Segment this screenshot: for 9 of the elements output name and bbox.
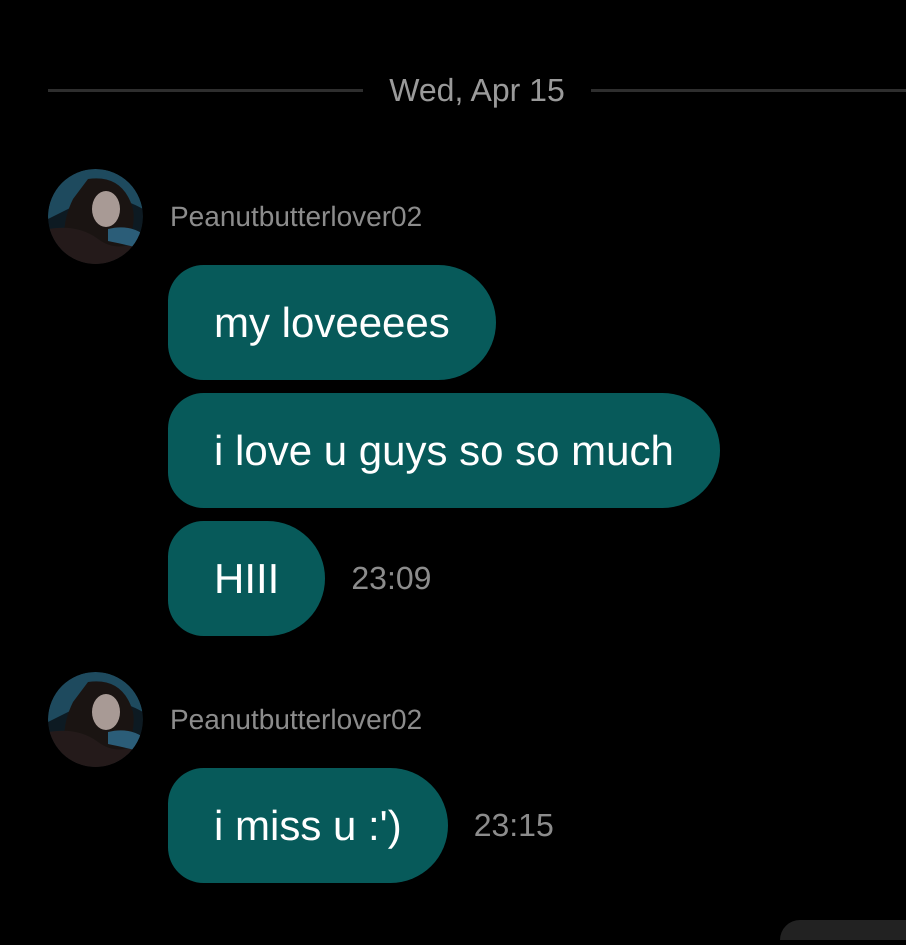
message-bubble: HIII [168, 521, 326, 636]
message-time: 23:09 [351, 560, 432, 597]
message-bubble: i love u guys so so much [168, 393, 720, 508]
sender-name: Peanutbutterlover02 [170, 704, 422, 736]
message-time: 23:15 [474, 807, 554, 844]
message-bubble: i miss u :') [168, 768, 448, 883]
sender-name: Peanutbutterlover02 [170, 200, 422, 232]
message-bubble: my loveeees [168, 265, 496, 380]
date-divider: Wed, Apr 15 [389, 72, 565, 108]
